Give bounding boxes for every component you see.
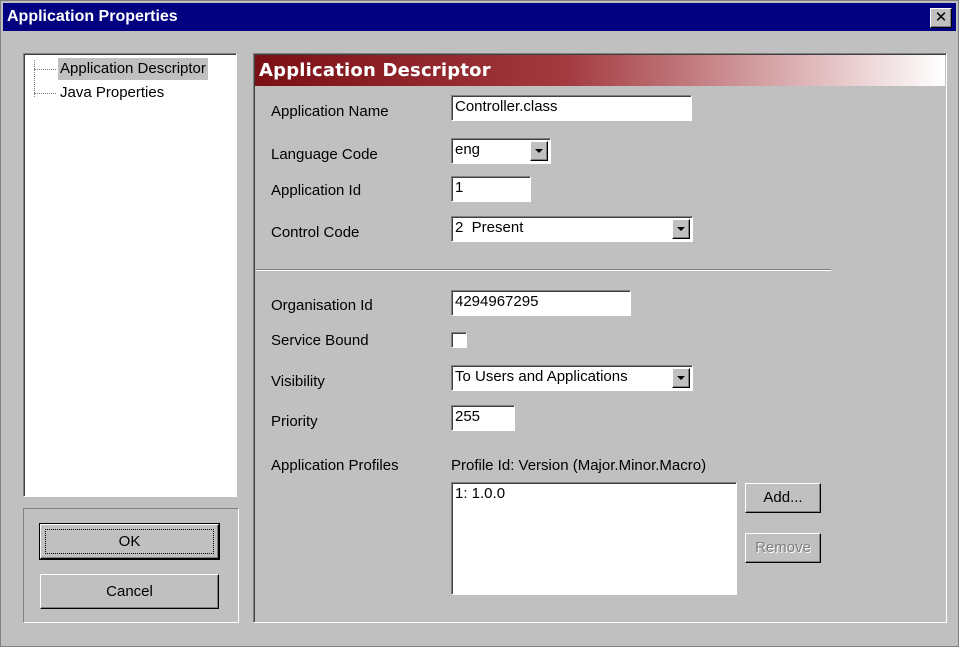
section-header: Application Descriptor <box>255 55 945 86</box>
priority-value: 255 <box>455 408 481 425</box>
profiles-column-header: Profile Id: Version (Major.Minor.Macro) <box>451 457 707 474</box>
control-code-value: 2 Present <box>455 219 524 236</box>
section-divider <box>256 269 831 271</box>
language-code-value: eng <box>455 141 481 158</box>
tree-branch-line <box>34 69 56 70</box>
chevron-down-icon[interactable] <box>672 219 690 239</box>
cancel-button-label: Cancel <box>106 583 153 600</box>
remove-button: Remove <box>745 533 821 563</box>
application-name-label: Application Name <box>271 103 389 120</box>
service-bound-label: Service Bound <box>271 332 369 349</box>
organisation-id-field[interactable]: 4294967295 <box>451 290 631 316</box>
application-profiles-label: Application Profiles <box>271 457 399 474</box>
application-name-value: Controller.class <box>455 98 558 115</box>
application-id-field[interactable]: 1 <box>451 176 531 202</box>
close-icon: ✕ <box>934 9 948 26</box>
remove-button-label: Remove <box>755 539 811 556</box>
list-item[interactable]: 1: 1.0.0 <box>455 485 733 502</box>
tree-item-label: Application Descriptor <box>58 58 208 80</box>
dialog-button-panel: OK Cancel <box>23 508 239 623</box>
control-code-label: Control Code <box>271 224 360 241</box>
tree-item-application-descriptor[interactable]: Application Descriptor <box>24 58 234 80</box>
control-code-select[interactable]: 2 Present <box>451 216 693 242</box>
visibility-select[interactable]: To Users and Applications <box>451 365 693 391</box>
property-tree[interactable]: Application Descriptor Java Properties <box>23 53 237 497</box>
window-title: Application Properties <box>7 8 178 25</box>
profiles-listbox[interactable]: 1: 1.0.0 <box>451 482 737 595</box>
title-bar[interactable]: Application Properties ✕ <box>3 3 956 31</box>
tree-branch-line <box>34 93 56 94</box>
section-title: Application Descriptor <box>259 60 491 81</box>
application-id-value: 1 <box>455 179 464 196</box>
chevron-down-icon[interactable] <box>672 368 690 388</box>
service-bound-checkbox[interactable] <box>451 332 467 348</box>
organisation-id-value: 4294967295 <box>455 293 539 310</box>
visibility-value: To Users and Applications <box>455 368 628 385</box>
organisation-id-label: Organisation Id <box>271 297 373 314</box>
cancel-button[interactable]: Cancel <box>40 574 219 609</box>
application-id-label: Application Id <box>271 182 362 199</box>
tree-item-label: Java Properties <box>60 84 165 101</box>
tree-item-java-properties[interactable]: Java Properties <box>24 82 234 104</box>
language-code-select[interactable]: eng <box>451 138 551 164</box>
priority-label: Priority <box>271 413 318 430</box>
close-button[interactable]: ✕ <box>930 8 952 28</box>
add-button[interactable]: Add... <box>745 483 821 513</box>
chevron-down-icon[interactable] <box>530 141 548 161</box>
add-button-label: Add... <box>763 489 803 506</box>
application-name-field[interactable]: Controller.class <box>451 95 692 121</box>
language-code-label: Language Code <box>271 146 378 163</box>
ok-button[interactable]: OK <box>39 523 220 560</box>
focus-rectangle <box>45 529 214 554</box>
visibility-label: Visibility <box>271 373 325 390</box>
priority-field[interactable]: 255 <box>451 405 515 431</box>
